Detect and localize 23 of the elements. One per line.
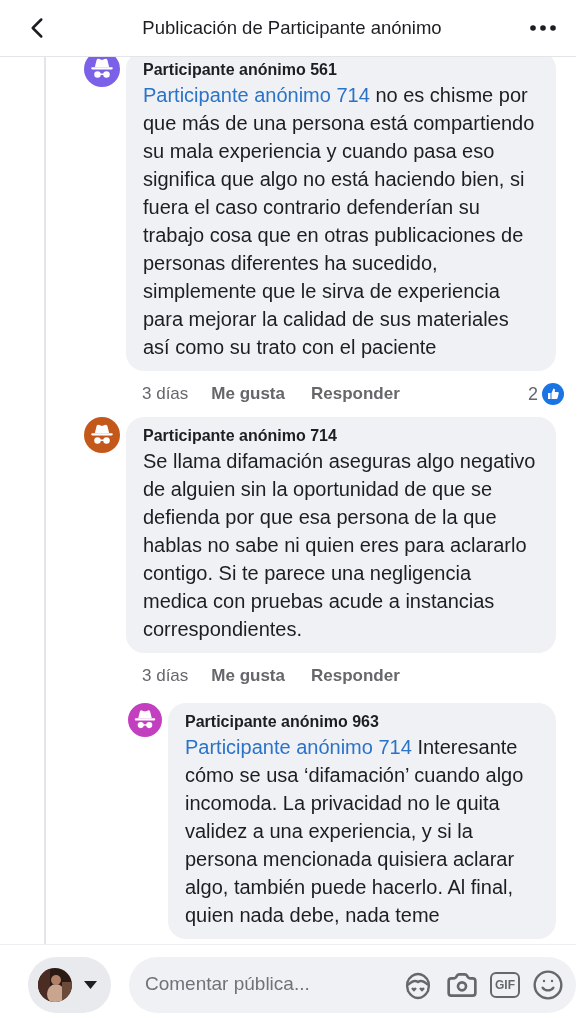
reply-link[interactable]: Responder [311,381,400,407]
mention-link[interactable]: Participante anónimo 714 [143,84,370,106]
page-title: Publicación de Participante anónimo [141,16,443,41]
comment-time: 3 días [142,665,189,688]
comment-text: Se llama difamación aseguras algo negativo de alguien sin la oportunidad de que se defienda por que esa persona de la que hablas no sabe ni quien eres para aclararlo contigo. Si te parece una negligencia medica con pruebas acude a instancias correspondientes. [143,449,537,642]
gif-button[interactable]: GIF [490,971,520,998]
thumbs-up-icon [542,383,564,405]
like-link[interactable]: Me gusta [211,381,285,407]
comment-author: Participante anónimo 714 [143,426,338,446]
like-link[interactable]: Me gusta [211,663,285,689]
caret-icon [84,980,97,989]
comment-text: Participante anónimo 714 no es chisme por que más de una persona está compartiendo su mala experiencia y cuando pasa eso significa que algo no está haciendo bien, si fuera el caso contrario defenderían su trabajo cosa que en otras publicaciones de personas diferentes ha sucedido, simplemente que le sirva de experiencia para mejorar la calidad de sus materiales así como su trato con el paciente [143,83,536,360]
comment-time: 3 días [142,383,189,406]
comment-author: Participante anónimo 561 [143,60,338,80]
emoji-icon[interactable] [532,968,564,1001]
reply-link[interactable]: Responder [311,663,400,689]
comment-input[interactable]: Comentar pública... GIF [129,956,576,1013]
comment-author: Participante anónimo 963 [185,712,380,732]
mention-link[interactable]: Participante anónimo 714 [185,736,412,758]
comment-text: Participante anónimo 714 Interesante cómo se usa ‘difamación’ cuando algo incomoda. La privacidad no le quita validez a una experiencia, y si la persona mencionada quisiera aclarar algo, también puede hacerlo. Al final, quien nada debe, nada teme [185,735,525,928]
more-icon[interactable] [530,25,556,31]
like-count: 2 [528,382,538,406]
comment-field[interactable]: Comentar pública... [145,970,390,999]
